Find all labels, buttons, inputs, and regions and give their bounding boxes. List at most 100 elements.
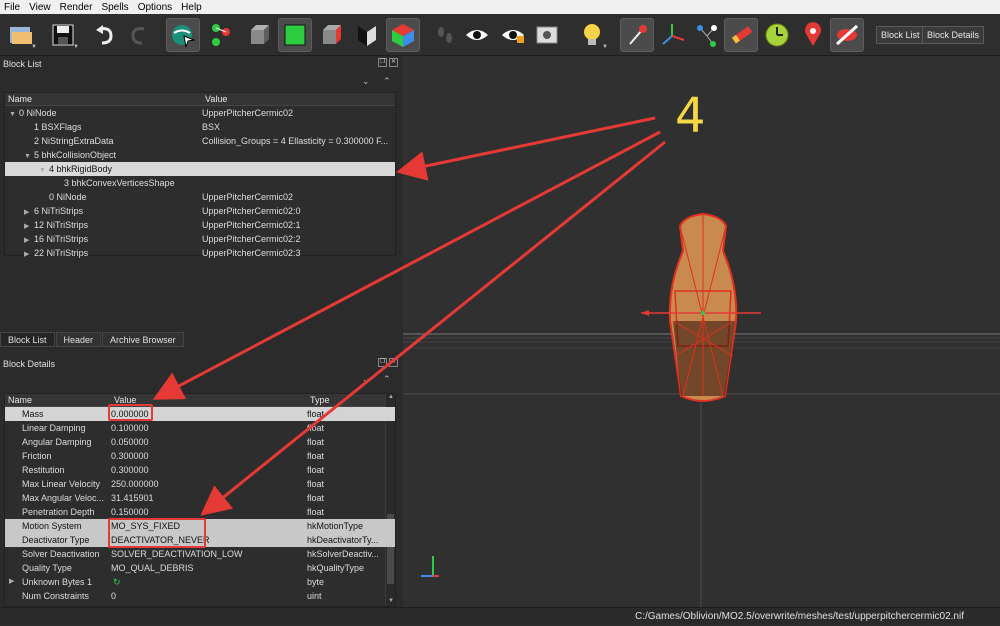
undo-icon[interactable] — [88, 18, 122, 52]
detail-value[interactable]: MO_SYS_FIXED — [111, 519, 301, 533]
screenshot-icon[interactable] — [530, 18, 564, 52]
detail-value[interactable]: 0.000000 — [111, 407, 301, 421]
tree-row[interactable]: 3 bhkConvexVerticesShape — [5, 176, 395, 190]
detail-row[interactable]: Deactivator Type DEACTIVATOR_NEVER hkDeact… — [5, 533, 395, 547]
detail-row[interactable]: Penetration Depth 0.150000 float — [5, 505, 395, 519]
expand-right-icon[interactable]: ▶ — [24, 234, 34, 246]
tree-row[interactable]: ▶ 16 NiTriStrips UpperPitcherCermic02:2 — [5, 232, 395, 246]
detail-value[interactable]: 0.100000 — [111, 421, 301, 435]
tab-block-list[interactable]: Block List — [0, 332, 55, 347]
no-collision-icon[interactable] — [830, 18, 864, 52]
cube-red-side-icon[interactable] — [314, 18, 348, 52]
collapse-all-icon[interactable]: ⌄ — [362, 76, 370, 87]
menu-help[interactable]: Help — [181, 2, 202, 13]
detail-row[interactable]: Angular Damping 0.050000 float — [5, 435, 395, 449]
detail-row[interactable]: Restitution 0.300000 float — [5, 463, 395, 477]
tree-row[interactable]: ▶ 6 NiTriStrips UpperPitcherCermic02:0 — [5, 204, 395, 218]
detail-value[interactable]: MO_QUAL_DEBRIS — [111, 561, 301, 575]
cube-green-icon[interactable] — [278, 18, 312, 52]
column-header-value[interactable]: Value — [111, 394, 307, 406]
expand-down-icon[interactable]: ▼ — [24, 150, 34, 162]
tree-row[interactable]: 0 NiNode UpperPitcherCermic02 — [5, 190, 395, 204]
menu-render[interactable]: Render — [60, 2, 93, 13]
menu-options[interactable]: Options — [138, 2, 172, 13]
map-pin-icon[interactable] — [796, 18, 830, 52]
detail-row[interactable]: Motion System MO_SYS_FIXED hkMotionType — [5, 519, 395, 533]
expand-up-icon[interactable]: ⌃ — [383, 374, 391, 385]
graph-icon[interactable] — [690, 18, 724, 52]
detail-row[interactable]: Max Linear Velocity 250.000000 float — [5, 477, 395, 491]
menu-spells[interactable]: Spells — [101, 2, 128, 13]
float-dock-icon[interactable]: ❐ — [378, 358, 387, 367]
footprints-icon[interactable] — [428, 18, 462, 52]
float-dock-icon[interactable]: ❐ — [378, 58, 387, 67]
detail-value[interactable]: DEACTIVATOR_NEVER — [111, 533, 301, 547]
detail-row[interactable]: Solver Deactivation SOLVER_DEACTIVATION_L… — [5, 547, 395, 561]
globe-select-icon[interactable] — [166, 18, 200, 52]
lightbulb-icon[interactable]: ▼ — [575, 18, 609, 52]
save-icon[interactable]: ▼ — [46, 18, 80, 52]
detail-row[interactable]: ▶ Unknown Bytes 1 byte ↻ — [5, 575, 395, 589]
detail-row[interactable]: Num Constraints 0 uint — [5, 589, 395, 603]
detail-row[interactable]: Mass 0.000000 float — [5, 407, 395, 421]
scroll-up-icon[interactable]: ▲ — [387, 394, 395, 402]
tree-row-value: UpperPitcherCermic02:3 — [202, 248, 301, 258]
block-list-toggle-button[interactable]: Block List — [876, 26, 925, 44]
tree-row[interactable]: 2 NiStringExtraData Collision_Groups = 4 … — [5, 134, 395, 148]
column-header-name[interactable]: Name — [5, 394, 111, 406]
detail-value[interactable]: 250.000000 — [111, 477, 301, 491]
close-dock-icon[interactable]: ✕ — [389, 358, 398, 367]
menu-view[interactable]: View — [29, 2, 51, 13]
node-select-icon[interactable] — [204, 18, 238, 52]
tree-row[interactable]: ▼ 4 bhkRigidBody — [5, 162, 395, 176]
expand-right-icon[interactable]: ▶ — [24, 206, 34, 218]
tree-row-label: 5 bhkCollisionObject — [34, 150, 117, 160]
tree-row[interactable]: ▶ 22 NiTriStrips UpperPitcherCermic02:3 — [5, 246, 395, 260]
close-dock-icon[interactable]: ✕ — [389, 58, 398, 67]
detail-value[interactable]: 0.050000 — [111, 435, 301, 449]
eye-icon[interactable] — [460, 18, 494, 52]
block-details-toggle-button[interactable]: Block Details — [922, 26, 985, 44]
expand-up-icon[interactable]: ⌃ — [383, 76, 391, 87]
expand-down-icon[interactable]: ▼ — [9, 108, 19, 120]
expand-right-icon[interactable]: ▶ — [9, 575, 14, 589]
tree-row[interactable]: 1 BSXFlags BSX — [5, 120, 395, 134]
tab-header[interactable]: Header — [55, 332, 102, 347]
collapse-all-icon[interactable]: ⌄ — [362, 374, 370, 385]
detail-value[interactable]: 0.300000 — [111, 463, 301, 477]
detail-value[interactable]: 0.300000 — [111, 449, 301, 463]
tree-row-label: 3 bhkConvexVerticesShape — [64, 178, 175, 188]
cube-gray-icon[interactable] — [242, 18, 276, 52]
detail-row[interactable]: Linear Damping 0.100000 float — [5, 421, 395, 435]
cube-color-icon[interactable] — [386, 18, 420, 52]
expand-down-icon[interactable]: ▼ — [39, 164, 49, 176]
tree-row-name: 1 BSXFlags — [24, 120, 82, 134]
brush-icon[interactable] — [724, 18, 758, 52]
detail-row[interactable]: Quality Type MO_QUAL_DEBRIS hkQualityType — [5, 561, 395, 575]
clock-icon[interactable] — [760, 18, 794, 52]
menu-file[interactable]: File — [4, 2, 20, 13]
tree-row[interactable]: ▼ 5 bhkCollisionObject — [5, 148, 395, 162]
detail-value[interactable]: 0.150000 — [111, 505, 301, 519]
eye-tag-icon[interactable] — [496, 18, 530, 52]
3d-viewport[interactable] — [403, 56, 1000, 607]
axes-icon[interactable] — [656, 18, 690, 52]
redo-icon[interactable] — [122, 18, 156, 52]
cube-half-icon[interactable] — [350, 18, 384, 52]
tree-row[interactable]: ▶ 12 NiTriStrips UpperPitcherCermic02:1 — [5, 218, 395, 232]
column-header-value[interactable]: Value — [202, 93, 227, 105]
detail-row[interactable]: Friction 0.300000 float — [5, 449, 395, 463]
expand-right-icon[interactable]: ▶ — [24, 220, 34, 232]
column-header-type[interactable]: Type — [307, 394, 330, 406]
open-file-icon[interactable]: ▼ — [4, 18, 38, 52]
pin-vertex-icon[interactable] — [620, 18, 654, 52]
detail-value[interactable]: SOLVER_DEACTIVATION_LOW — [111, 547, 301, 561]
detail-value[interactable]: 0 — [111, 589, 301, 603]
tab-archive-browser[interactable]: Archive Browser — [102, 332, 184, 347]
expand-right-icon[interactable]: ▶ — [24, 248, 34, 260]
column-header-name[interactable]: Name — [5, 93, 202, 105]
tree-row[interactable]: ▼ 0 NiNode UpperPitcherCermic02 — [5, 106, 395, 120]
detail-value[interactable]: 31.415901 — [111, 491, 301, 505]
detail-row[interactable]: Max Angular Veloc... 31.415901 float — [5, 491, 395, 505]
detail-name: Mass — [22, 409, 44, 419]
